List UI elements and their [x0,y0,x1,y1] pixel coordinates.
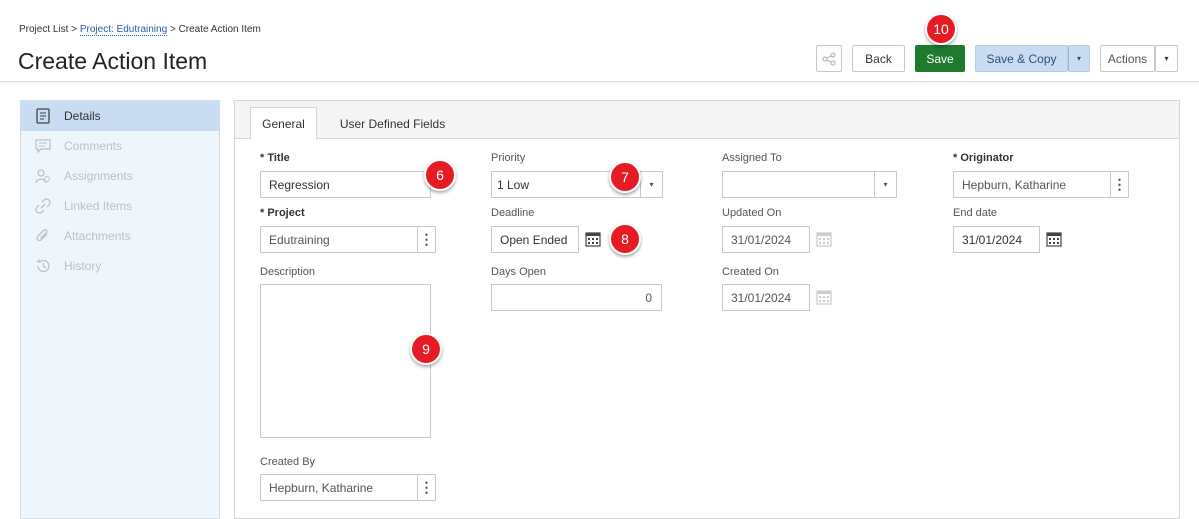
sidebar: Details Comments Assignments Linked Item… [20,100,220,519]
share-button[interactable] [816,45,842,72]
back-button[interactable]: Back [852,45,905,72]
comment-icon [34,137,52,155]
assignment-icon [34,167,52,185]
chevron-down-icon: ▾ [1076,54,1081,63]
save-button[interactable]: Save [915,45,965,72]
breadcrumb-separator: > [71,24,78,35]
step-marker-6: 6 [424,159,456,191]
sidebar-item-history[interactable]: History [21,251,219,281]
calendar-icon[interactable] [1045,230,1063,248]
created-on-field: 31/01/2024 [722,284,810,311]
description-textarea[interactable] [260,284,431,438]
description-label: Description [260,266,316,278]
assigned-to-label: Assigned To [722,152,782,164]
sidebar-item-assignments[interactable]: Assignments [21,161,219,191]
chevron-down-icon: ▾ [1164,54,1169,63]
share-icon [822,51,836,66]
created-on-label: Created On [722,266,779,278]
actions-button[interactable]: Actions [1100,45,1155,72]
step-marker-9: 9 [410,333,442,365]
calendar-icon[interactable] [584,230,602,248]
actions-dropdown[interactable]: ▾ [1155,45,1178,72]
project-more-icon[interactable]: ⋮ [418,226,436,253]
end-date-label: End date [953,207,998,219]
originator-label: Originator [953,152,1013,164]
assigned-to-select[interactable] [722,171,875,198]
originator-field[interactable]: Hepburn, Katharine [953,171,1111,198]
deadline-field[interactable]: Open Ended [491,226,579,253]
sidebar-item-label: Assignments [64,169,133,183]
updated-on-field: 31/01/2024 [722,226,810,253]
step-marker-8: 8 [609,223,641,255]
title-label: Title [260,152,289,164]
priority-dropdown[interactable]: ▾ [641,171,663,198]
assigned-to-dropdown[interactable]: ▾ [875,171,897,198]
step-marker-10: 10 [925,13,957,45]
calendar-icon [815,230,833,248]
step-marker-7: 7 [609,161,641,193]
paperclip-icon [34,227,52,245]
sidebar-item-details[interactable]: Details [21,101,219,131]
calendar-icon [815,288,833,306]
updated-on-label: Updated On [722,207,782,219]
history-icon [34,257,52,275]
tab-user-defined-fields[interactable]: User Defined Fields [330,107,455,140]
created-by-label: Created By [260,456,316,468]
sidebar-item-label: Attachments [64,229,131,243]
sidebar-item-label: Details [64,109,101,123]
chevron-down-icon: ▾ [883,180,888,189]
page-header: Project List > Project: Edutraining > Cr… [0,0,1199,82]
priority-label: Priority [491,152,526,164]
breadcrumb: Project List > Project: Edutraining > Cr… [19,24,261,36]
breadcrumb-current: Create Action Item [178,24,261,35]
chevron-down-icon: ▾ [649,180,654,189]
sidebar-item-linked-items[interactable]: Linked Items [21,191,219,221]
originator-more-icon[interactable]: ⋮ [1111,171,1129,198]
project-label: Project [260,207,304,219]
page-title: Create Action Item [18,48,208,74]
tab-general[interactable]: General [250,107,317,140]
breadcrumb-project-link[interactable]: Project: Edutraining [79,24,168,36]
sidebar-item-attachments[interactable]: Attachments [21,221,219,251]
sidebar-item-label: Linked Items [64,199,133,213]
breadcrumb-project-list[interactable]: Project List [19,24,68,35]
sidebar-item-label: Comments [64,139,123,153]
save-and-copy-button[interactable]: Save & Copy [975,45,1068,72]
end-date-field[interactable]: 31/01/2024 [953,226,1040,253]
days-open-label: Days Open [491,266,547,278]
project-field[interactable]: Edutraining [260,226,418,253]
created-by-more-icon[interactable]: ⋮ [418,474,436,501]
save-and-copy-dropdown[interactable]: ▾ [1068,45,1090,72]
sidebar-item-comments[interactable]: Comments [21,131,219,161]
breadcrumb-separator: > [169,24,176,35]
days-open-field[interactable]: 0 [491,284,662,311]
tab-bar: General User Defined Fields [235,101,1179,140]
deadline-label: Deadline [491,207,535,219]
created-by-field[interactable]: Hepburn, Katharine [260,474,418,501]
title-field[interactable]: Regression [260,171,431,198]
link-icon [34,197,52,215]
sidebar-item-label: History [64,259,102,273]
details-icon [34,107,52,125]
